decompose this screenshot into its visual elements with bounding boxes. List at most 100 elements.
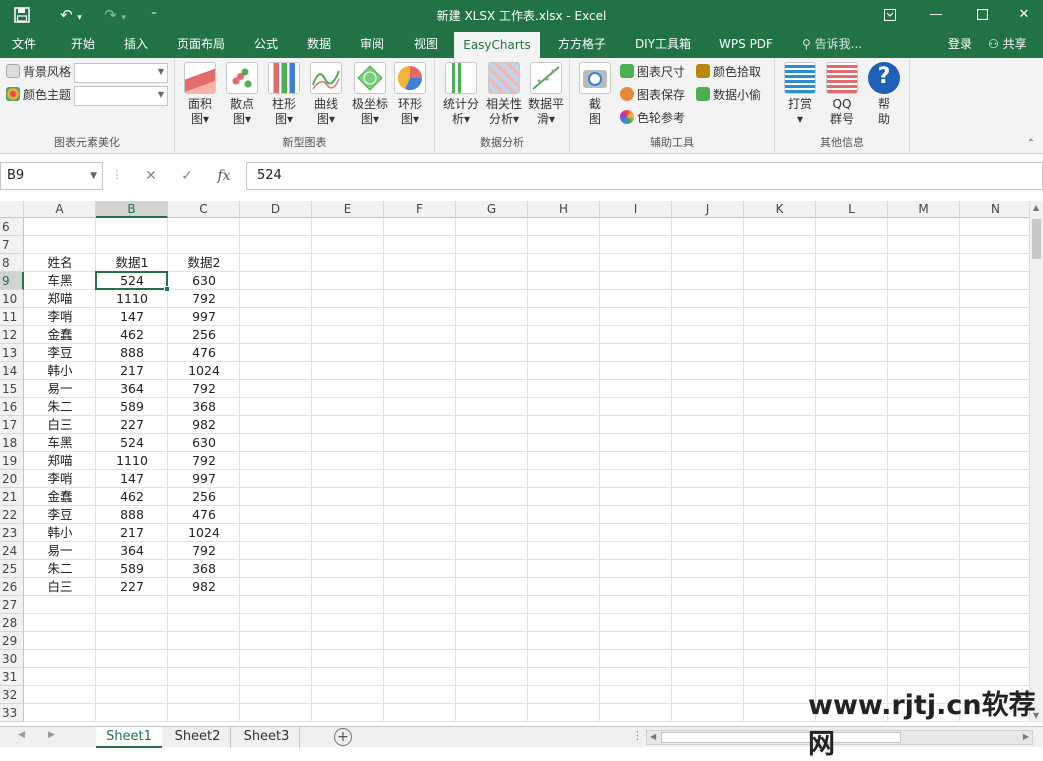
row-header-6[interactable]: 6 (0, 218, 24, 236)
fill-handle[interactable] (164, 286, 170, 292)
select-all-corner[interactable] (0, 201, 24, 218)
smoothing-button[interactable]: 数据平 滑▾ (525, 62, 567, 127)
cell-data2[interactable]: 630 (168, 434, 240, 452)
row-header-30[interactable]: 30 (0, 650, 24, 668)
share-button[interactable]: ⚇ 共享 (988, 30, 1027, 58)
cell-name[interactable]: 李豆 (24, 506, 96, 524)
curve-chart-button[interactable]: 曲线 图▾ (306, 62, 346, 127)
vertical-scroll-thumb[interactable] (1032, 219, 1041, 259)
row-header-15[interactable]: 15 (0, 380, 24, 398)
cell-name[interactable]: 白三 (24, 578, 96, 596)
bg-style-select[interactable]: ▼ (74, 63, 168, 83)
add-sheet-icon[interactable]: + (334, 728, 352, 746)
cell-data2[interactable]: 630 (168, 272, 240, 290)
row-header-12[interactable]: 12 (0, 326, 24, 344)
minimize-icon[interactable]: — (913, 0, 959, 30)
cell-name[interactable]: 李豆 (24, 344, 96, 362)
row-header-10[interactable]: 10 (0, 290, 24, 308)
scroll-up-icon[interactable]: ▲ (1033, 203, 1039, 212)
correlation-button[interactable]: 相关性 分析▾ (483, 62, 525, 127)
sheet-prev-icon[interactable]: ◀ (18, 730, 25, 740)
collapse-ribbon-icon[interactable]: ⌃ (1027, 138, 1035, 149)
cancel-icon[interactable]: ✕ (138, 162, 164, 190)
cell-name[interactable]: 韩小 (24, 362, 96, 380)
tab-split-grip-icon[interactable]: ⋮ (632, 729, 643, 742)
cell-data1[interactable]: 462 (96, 326, 168, 344)
cell-data2[interactable]: 1024 (168, 524, 240, 542)
row-header-22[interactable]: 22 (0, 506, 24, 524)
header-cell-data1[interactable]: 数据1 (96, 254, 168, 272)
row-header-32[interactable]: 32 (0, 686, 24, 704)
cell-data1[interactable]: 1110 (96, 290, 168, 308)
cell-data1[interactable]: 227 (96, 416, 168, 434)
column-header-b[interactable]: B (96, 201, 168, 218)
cell-name[interactable]: 车黑 (24, 434, 96, 452)
column-header-n[interactable]: N (960, 201, 1032, 218)
cell-data1[interactable]: 217 (96, 524, 168, 542)
scatter-chart-button[interactable]: 散点 图▾ (222, 62, 262, 127)
cell-data1[interactable]: 589 (96, 398, 168, 416)
sheet-tab-2[interactable]: Sheet2 (165, 727, 231, 748)
row-header-14[interactable]: 14 (0, 362, 24, 380)
tab-file[interactable]: 文件 (0, 30, 48, 58)
tab-wps-pdf[interactable]: WPS PDF (708, 30, 784, 58)
color-theme-button[interactable]: 颜色主题 (6, 85, 71, 105)
row-header-18[interactable]: 18 (0, 434, 24, 452)
cell-data1[interactable]: 1110 (96, 452, 168, 470)
tab-diy-toolbox[interactable]: DIY工具箱 (624, 30, 702, 58)
cell-name[interactable]: 郑喵 (24, 452, 96, 470)
tab-data[interactable]: 数据 (294, 30, 344, 58)
column-header-l[interactable]: L (816, 201, 888, 218)
cell-data1[interactable]: 524 (96, 272, 168, 290)
sheet-tab-3[interactable]: Sheet3 (234, 727, 300, 748)
cell-data1[interactable]: 888 (96, 344, 168, 362)
row-header-29[interactable]: 29 (0, 632, 24, 650)
statistics-button[interactable]: 统计分 析▾ (440, 62, 482, 127)
cell-data2[interactable]: 997 (168, 308, 240, 326)
chart-save-button[interactable]: 图表保存 (620, 85, 685, 105)
cell-name[interactable]: 李哨 (24, 308, 96, 326)
column-header-f[interactable]: F (384, 201, 456, 218)
header-cell-name[interactable]: 姓名 (24, 254, 96, 272)
column-chart-button[interactable]: 柱形 图▾ (264, 62, 304, 127)
help-button[interactable]: ? 帮助 (864, 62, 904, 127)
vertical-scrollbar[interactable]: ▲ ▼ (1029, 201, 1043, 722)
cell-data2[interactable]: 792 (168, 452, 240, 470)
close-icon[interactable]: ✕ (1005, 0, 1043, 30)
color-theme-select[interactable]: ▼ (74, 86, 168, 106)
row-header-28[interactable]: 28 (0, 614, 24, 632)
column-header-k[interactable]: K (744, 201, 816, 218)
row-header-27[interactable]: 27 (0, 596, 24, 614)
cell-name[interactable]: 易一 (24, 380, 96, 398)
cell-data2[interactable]: 476 (168, 506, 240, 524)
enter-icon[interactable]: ✓ (174, 162, 200, 190)
sheet-next-icon[interactable]: ▶ (48, 730, 55, 740)
column-header-m[interactable]: M (888, 201, 960, 218)
cell-data1[interactable]: 227 (96, 578, 168, 596)
tell-me-box[interactable]: ⚲ 告诉我... (802, 30, 862, 58)
scroll-left-icon[interactable]: ◀ (650, 732, 656, 741)
cell-data1[interactable]: 524 (96, 434, 168, 452)
cell-data1[interactable]: 462 (96, 488, 168, 506)
row-header-8[interactable]: 8 (0, 254, 24, 272)
login-link[interactable]: 登录 (948, 30, 972, 58)
cell-data2[interactable]: 256 (168, 326, 240, 344)
cell-data2[interactable]: 792 (168, 380, 240, 398)
color-picker-button[interactable]: 颜色拾取 (696, 62, 761, 82)
cell-data2[interactable]: 997 (168, 470, 240, 488)
row-header-20[interactable]: 20 (0, 470, 24, 488)
worksheet-grid[interactable]: ABCDEFGHIJKLMN 6 7 8 9 10 11 12 13 14 15 16 17 18 19 2… (0, 201, 1043, 722)
row-header-24[interactable]: 24 (0, 542, 24, 560)
sheet-tab-1[interactable]: Sheet1 (96, 727, 162, 748)
cell-data1[interactable]: 364 (96, 542, 168, 560)
column-header-h[interactable]: H (528, 201, 600, 218)
column-header-c[interactable]: C (168, 201, 240, 218)
column-header-j[interactable]: J (672, 201, 744, 218)
bg-style-button[interactable]: 背景风格 (6, 62, 71, 82)
cell-name[interactable]: 金蠢 (24, 488, 96, 506)
chart-size-button[interactable]: 图表尺寸 (620, 62, 685, 82)
cell-name[interactable]: 朱二 (24, 398, 96, 416)
row-header-19[interactable]: 19 (0, 452, 24, 470)
tab-easycharts[interactable]: EasyCharts (454, 32, 540, 58)
row-header-26[interactable]: 26 (0, 578, 24, 596)
